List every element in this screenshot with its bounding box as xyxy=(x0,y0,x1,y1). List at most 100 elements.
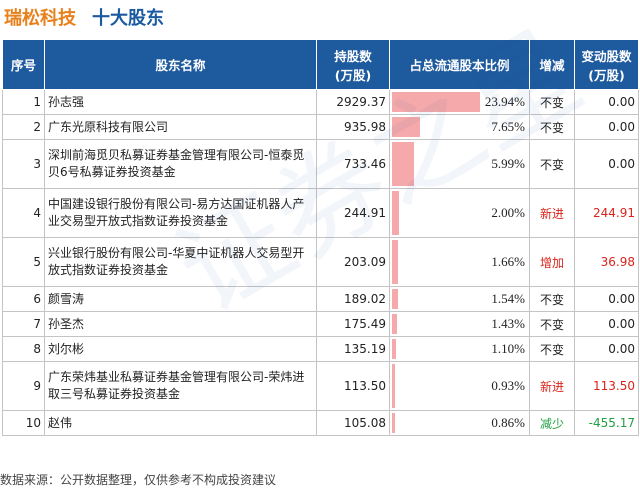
change-status-cell: 不变 xyxy=(529,89,575,115)
shares-cell: 733.46 xyxy=(316,139,390,189)
table-row: 8 刘尔彬 135.19 1.10% 不变 0.00 xyxy=(2,336,639,362)
ratio-cell: 23.94% xyxy=(389,89,530,115)
table-row: 3 深圳前海觅贝私募证券基金管理有限公司-恒泰觅贝6号私募证券投资基金 733.46… xyxy=(2,139,639,189)
rank-cell: 6 xyxy=(2,286,45,312)
delta-shares-cell: 0.00 xyxy=(574,89,639,115)
col-delta-header: 变动股数 (万股) xyxy=(574,39,639,90)
ratio-cell: 1.54% xyxy=(389,286,530,312)
ratio-bar xyxy=(392,92,480,112)
shares-cell: 175.49 xyxy=(316,311,390,337)
ratio-bar xyxy=(392,240,398,284)
ratio-value: 1.66% xyxy=(491,254,525,269)
ratio-value: 2.00% xyxy=(491,205,525,220)
table-row: 5 兴业银行股份有限公司-华夏中证机器人交易型开放式指数证券投资基金 203.09 1… xyxy=(2,237,639,287)
delta-shares-cell: 0.00 xyxy=(574,286,639,312)
table-row: 10 赵伟 105.08 0.86% 减少 -455.17 xyxy=(2,410,639,436)
company-name: 瑞松科技 xyxy=(4,8,76,29)
rank-cell: 2 xyxy=(2,114,45,140)
col-shares-unit: (万股) xyxy=(334,67,372,83)
delta-shares-cell: 0.00 xyxy=(574,336,639,362)
rank-cell: 5 xyxy=(2,237,45,287)
ratio-value: 0.86% xyxy=(491,415,525,430)
table-row: 1 孙志强 2929.37 23.94% 不变 0.00 xyxy=(2,89,639,115)
rank-cell: 8 xyxy=(2,336,45,362)
col-shares-header: 持股数 (万股) xyxy=(316,39,390,90)
delta-shares-cell: -455.17 xyxy=(574,410,639,436)
change-status-cell: 不变 xyxy=(529,286,575,312)
footer-note: 数据来源：公开数据整理，仅供参考不构成投资建议 xyxy=(0,473,277,487)
rank-cell: 4 xyxy=(2,188,45,238)
shares-cell: 135.19 xyxy=(316,336,390,362)
col-rank-header: 序号 xyxy=(2,39,45,90)
ratio-bar xyxy=(392,413,395,433)
holder-name-cell: 颜雪涛 xyxy=(44,286,317,312)
ratio-bar xyxy=(392,314,397,334)
ratio-bar xyxy=(392,117,420,137)
col-ratio-header: 占总流通股本比例 xyxy=(389,39,530,90)
delta-shares-cell: 0.00 xyxy=(574,311,639,337)
rank-cell: 3 xyxy=(2,139,45,189)
holder-name-cell: 兴业银行股份有限公司-华夏中证机器人交易型开放式指数证券投资基金 xyxy=(44,237,317,287)
delta-shares-cell: 0.00 xyxy=(574,114,639,140)
holder-name-cell: 广东光原科技有限公司 xyxy=(44,114,317,140)
ratio-cell: 1.43% xyxy=(389,311,530,337)
holder-name-cell: 广东荣炜基业私募证券基金管理有限公司-荣炜进取三号私募证券投资基金 xyxy=(44,361,317,411)
ratio-cell: 0.93% xyxy=(389,361,530,411)
change-status-cell: 不变 xyxy=(529,114,575,140)
holder-name-cell: 赵伟 xyxy=(44,410,317,436)
shares-cell: 189.02 xyxy=(316,286,390,312)
holder-name-cell: 刘尔彬 xyxy=(44,336,317,362)
ratio-bar xyxy=(392,289,398,309)
rank-cell: 10 xyxy=(2,410,45,436)
delta-shares-cell: 0.00 xyxy=(574,139,639,189)
table-row: 9 广东荣炜基业私募证券基金管理有限公司-荣炜进取三号私募证券投资基金 113.50… xyxy=(2,361,639,411)
ratio-cell: 0.86% xyxy=(389,410,530,436)
ratio-cell: 7.65% xyxy=(389,114,530,140)
table-row: 6 颜雪涛 189.02 1.54% 不变 0.00 xyxy=(2,286,639,312)
delta-shares-cell: 244.91 xyxy=(574,188,639,238)
shares-cell: 203.09 xyxy=(316,237,390,287)
table-row: 7 孙圣杰 175.49 1.43% 不变 0.00 xyxy=(2,311,639,337)
holder-name-cell: 深圳前海觅贝私募证券基金管理有限公司-恒泰觅贝6号私募证券投资基金 xyxy=(44,139,317,189)
change-status-cell: 不变 xyxy=(529,336,575,362)
ratio-value: 1.54% xyxy=(491,291,525,306)
ratio-value: 0.93% xyxy=(491,378,525,393)
shares-cell: 244.91 xyxy=(316,188,390,238)
rank-cell: 9 xyxy=(2,361,45,411)
col-delta-unit: (万股) xyxy=(588,67,625,83)
ratio-value: 5.99% xyxy=(491,156,525,171)
ratio-cell: 2.00% xyxy=(389,188,530,238)
table-header-row: 序号 股东名称 持股数 (万股) 占总流通股本比例 增减 变动股数 (万股) xyxy=(2,39,639,90)
ratio-cell: 1.66% xyxy=(389,237,530,287)
change-status-cell: 新进 xyxy=(529,188,575,238)
shares-cell: 113.50 xyxy=(316,361,390,411)
ratio-value: 1.10% xyxy=(491,341,525,356)
shares-cell: 935.98 xyxy=(316,114,390,140)
shares-cell: 2929.37 xyxy=(316,89,390,115)
delta-shares-cell: 36.98 xyxy=(574,237,639,287)
rank-cell: 1 xyxy=(2,89,45,115)
ratio-bar xyxy=(392,339,396,359)
shares-cell: 105.08 xyxy=(316,410,390,436)
ratio-value: 7.65% xyxy=(491,119,525,134)
table-row: 4 中国建设银行股份有限公司-易方达国证机器人产业交易型开放式指数证券投资基金 24… xyxy=(2,188,639,238)
col-shares-title: 持股数 xyxy=(334,48,372,64)
table-row: 2 广东光原科技有限公司 935.98 7.65% 不变 0.00 xyxy=(2,114,639,140)
col-delta-title: 变动股数 xyxy=(581,48,632,64)
ratio-bar xyxy=(392,364,395,408)
ratio-value: 1.43% xyxy=(491,316,525,331)
ratio-bar xyxy=(392,142,414,186)
col-change-header: 增减 xyxy=(529,39,575,90)
title-bar: 瑞松科技 十大股东 xyxy=(0,0,640,36)
holder-name-cell: 中国建设银行股份有限公司-易方达国证机器人产业交易型开放式指数证券投资基金 xyxy=(44,188,317,238)
holder-name-cell: 孙志强 xyxy=(44,89,317,115)
change-status-cell: 新进 xyxy=(529,361,575,411)
change-status-cell: 增加 xyxy=(529,237,575,287)
ratio-cell: 5.99% xyxy=(389,139,530,189)
rank-cell: 7 xyxy=(2,311,45,337)
holder-name-cell: 孙圣杰 xyxy=(44,311,317,337)
shareholders-table: 序号 股东名称 持股数 (万股) 占总流通股本比例 增减 变动股数 (万股) 1… xyxy=(2,39,639,436)
ratio-cell: 1.10% xyxy=(389,336,530,362)
delta-shares-cell: 113.50 xyxy=(574,361,639,411)
ratio-bar xyxy=(392,191,399,235)
